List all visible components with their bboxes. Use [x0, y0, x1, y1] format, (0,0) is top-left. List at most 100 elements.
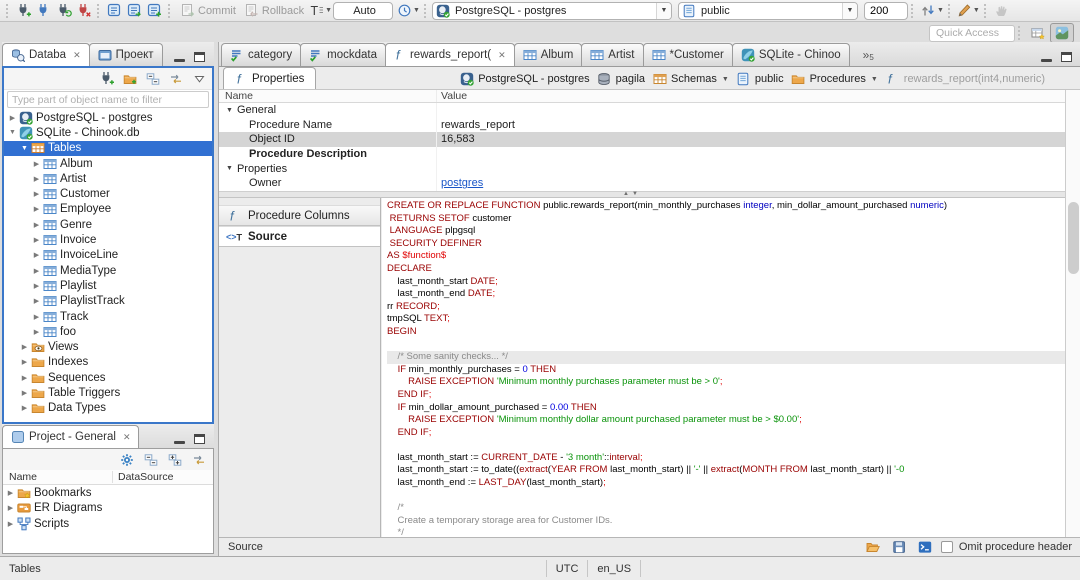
chevron-collapsed-icon[interactable]: ▶	[5, 489, 16, 497]
dbeaver-perspective-button[interactable]	[1050, 23, 1074, 43]
active-schema-combo[interactable]: public ▼	[677, 1, 858, 20]
breadcrumb-item-schemas[interactable]: Schemas ▼	[650, 72, 731, 86]
minimize-icon[interactable]	[174, 441, 185, 444]
tree-item-views[interactable]: ▶ Views	[4, 339, 212, 354]
project-collapse-all-button[interactable]	[141, 450, 161, 470]
chevron-collapsed-icon[interactable]: ▶	[19, 343, 30, 351]
section-button-source[interactable]: <> T Source	[219, 226, 380, 247]
tree-item-table-triggers[interactable]: ▶ Table Triggers	[4, 385, 212, 400]
source-code[interactable]: CREATE OR REPLACE FUNCTION public.reward…	[382, 198, 1065, 537]
breadcrumb-item-rewards-report-int4-numeric[interactable]: f rewards_report(int4,numeric)	[883, 72, 1047, 86]
save-to-file-button[interactable]	[889, 537, 909, 557]
pane-splitter[interactable]: ▲ ▼	[219, 191, 1065, 198]
chevron-collapsed-icon[interactable]: ▶	[19, 389, 30, 397]
editor-tab-rewards-report[interactable]: f rewards_report(✕	[384, 43, 515, 66]
nav-new-folder-button[interactable]	[120, 69, 140, 89]
editor-tab-category[interactable]: category	[221, 43, 302, 66]
property-value[interactable]: postgres	[437, 177, 1065, 189]
group-expanded-icon[interactable]: ▼	[226, 107, 233, 114]
sync-data-button[interactable]: ▼	[919, 1, 945, 21]
fetch-size-input[interactable]	[863, 1, 908, 20]
property-row-procedure-description[interactable]: Procedure Description	[219, 146, 1065, 162]
chevron-collapsed-icon[interactable]: ▶	[31, 160, 42, 168]
chevron-collapsed-icon[interactable]: ▶	[31, 328, 42, 336]
project-link-button[interactable]	[189, 450, 209, 470]
project-item-er-diagrams[interactable]: ▶ ER Diagrams	[3, 501, 213, 517]
column-name[interactable]: Name	[3, 471, 113, 483]
project-item-scripts[interactable]: ▶ Scripts	[3, 516, 213, 532]
tab-database-navigator[interactable]: Databa ✕	[2, 43, 90, 66]
chevron-collapsed-icon[interactable]: ▶	[31, 313, 42, 321]
sql-editor-button[interactable]	[105, 1, 125, 21]
minimize-icon[interactable]	[174, 59, 185, 62]
editor-tab-artist[interactable]: Artist	[581, 43, 644, 66]
new-sql-editor-button[interactable]	[145, 1, 165, 21]
tree-item-playlist[interactable]: ▶ Playlist	[4, 278, 212, 293]
tab-overflow-button[interactable]: » 5	[863, 48, 874, 66]
breadcrumb-item-procedures[interactable]: Procedures ▼	[789, 72, 880, 86]
vertical-scrollbar[interactable]	[1065, 90, 1080, 537]
view-menu-button[interactable]	[189, 69, 209, 89]
tree-item-album[interactable]: ▶ Album	[4, 156, 212, 171]
chevron-down-icon[interactable]: ▼	[871, 76, 878, 83]
tree-item-invoiceline[interactable]: ▶ InvoiceLine	[4, 248, 212, 263]
chevron-collapsed-icon[interactable]: ▶	[31, 297, 42, 305]
nav-new-connection-button[interactable]	[97, 69, 117, 89]
maximize-icon[interactable]	[1061, 52, 1072, 62]
undo-button[interactable]	[992, 1, 1012, 21]
tree-item-indexes[interactable]: ▶ Indexes	[4, 355, 212, 370]
omit-procedure-header-checkbox[interactable]	[940, 541, 953, 553]
tree-item-customer[interactable]: ▶ Customer	[4, 186, 212, 201]
quick-access-input[interactable]	[929, 24, 1015, 42]
object-filter-input[interactable]	[7, 91, 209, 108]
chevron-collapsed-icon[interactable]: ▶	[31, 282, 42, 290]
breadcrumb-item-public[interactable]: public	[734, 72, 786, 86]
connect-button[interactable]	[34, 1, 54, 21]
tree-item-tables[interactable]: ▼ Tables	[4, 140, 212, 156]
tree-item-foo[interactable]: ▶ foo	[4, 324, 212, 339]
chevron-collapsed-icon[interactable]: ▶	[5, 520, 16, 528]
splitter-grip-icons[interactable]: ▲ ▼	[623, 191, 638, 197]
close-icon[interactable]: ✕	[123, 432, 131, 443]
query-history-button[interactable]: ▼	[396, 1, 421, 21]
editor-tab-sqlite-chinoo[interactable]: SQLite - Chinoo	[731, 43, 850, 66]
open-in-sql-console-button[interactable]	[915, 537, 935, 557]
maximize-icon[interactable]	[194, 52, 205, 62]
locale-indicator[interactable]: en_US	[588, 560, 642, 577]
minimize-icon[interactable]	[1041, 59, 1052, 62]
open-perspective-button[interactable]	[1026, 23, 1050, 43]
chevron-collapsed-icon[interactable]: ▶	[31, 205, 42, 213]
tab-properties[interactable]: f Properties	[223, 67, 317, 89]
chevron-collapsed-icon[interactable]: ▶	[7, 114, 18, 122]
close-icon[interactable]: ✕	[73, 50, 81, 61]
breadcrumb-item-pagila[interactable]: pagila	[595, 72, 647, 86]
tree-item-invoice[interactable]: ▶ Invoice	[4, 232, 212, 247]
load-from-file-button[interactable]	[863, 537, 883, 557]
chevron-collapsed-icon[interactable]: ▶	[31, 251, 42, 259]
source-editor[interactable]: CREATE OR REPLACE FUNCTION public.reward…	[382, 198, 1065, 537]
commit-button[interactable]: Commit	[176, 1, 240, 21]
tree-item-artist[interactable]: ▶ Artist	[4, 171, 212, 186]
disconnect-button[interactable]	[74, 1, 94, 21]
recent-sql-editor-button[interactable]	[125, 1, 145, 21]
tree-item-employee[interactable]: ▶ Employee	[4, 202, 212, 217]
tree-item-sequences[interactable]: ▶ Sequences	[4, 370, 212, 385]
chevron-collapsed-icon[interactable]: ▶	[31, 221, 42, 229]
editor-tab-customer[interactable]: *Customer	[642, 43, 733, 66]
chevron-expanded-icon[interactable]: ▼	[7, 129, 18, 136]
column-datasource[interactable]: DataSource	[113, 471, 173, 483]
group-expanded-icon[interactable]: ▼	[226, 165, 233, 172]
chevron-collapsed-icon[interactable]: ▶	[31, 236, 42, 244]
tree-item-playlisttrack[interactable]: ▶ PlaylistTrack	[4, 294, 212, 309]
chevron-collapsed-icon[interactable]: ▶	[31, 175, 42, 183]
transaction-log-button[interactable]: T ▼	[308, 1, 333, 21]
project-item-bookmarks[interactable]: ▶ Bookmarks	[3, 485, 213, 501]
chevron-expanded-icon[interactable]: ▼	[19, 145, 30, 152]
chevron-collapsed-icon[interactable]: ▶	[31, 267, 42, 275]
new-connection-button[interactable]	[14, 1, 34, 21]
property-row-owner[interactable]: Owner postgres	[219, 175, 1065, 191]
chevron-down-icon[interactable]: ▼	[722, 76, 729, 83]
tree-item-data-types[interactable]: ▶ Data Types	[4, 401, 212, 416]
tree-item-sqlite-chinook-db[interactable]: ▼ SQLite - Chinook.db	[4, 125, 212, 140]
tab-projects[interactable]: Проект	[88, 43, 163, 66]
